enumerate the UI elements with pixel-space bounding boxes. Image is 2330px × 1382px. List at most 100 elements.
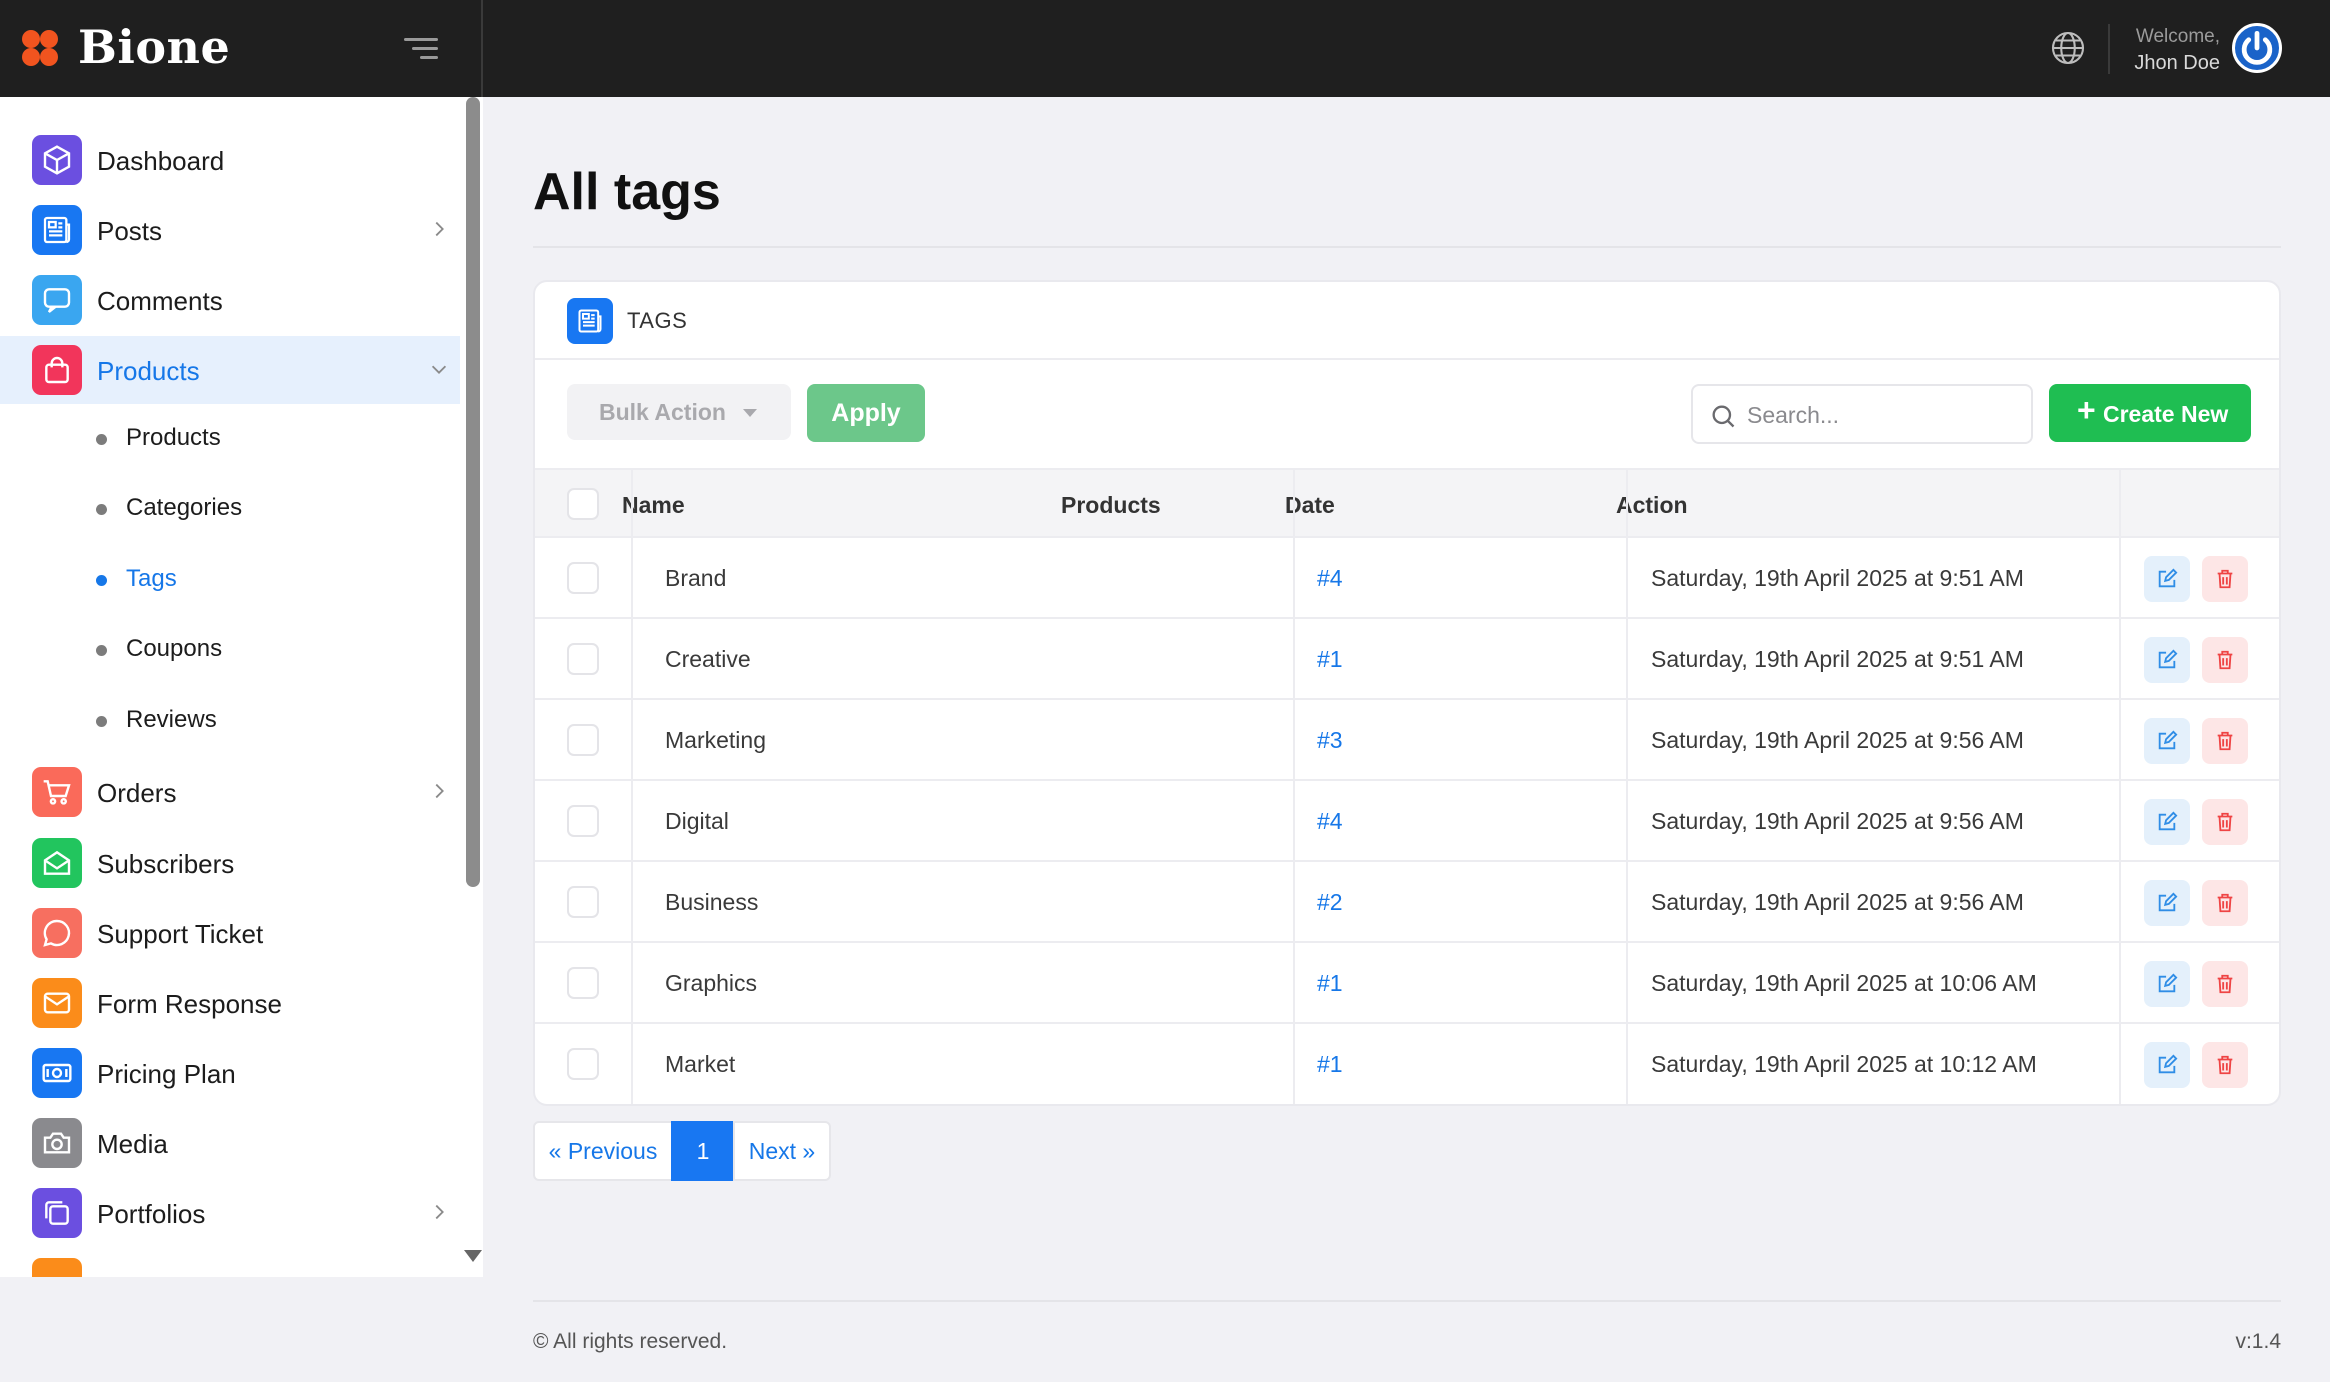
sidebar-item-products[interactable]: Products — [0, 336, 460, 404]
sidebar-item-label: Products — [97, 356, 200, 386]
bullet-icon — [96, 504, 107, 515]
bulk-action-select[interactable]: Bulk Action — [567, 384, 791, 440]
submenu-item-coupons[interactable]: Coupons — [0, 619, 460, 679]
sidebar-item-support-ticket[interactable]: Support Ticket — [0, 899, 460, 967]
delete-button[interactable] — [2202, 799, 2248, 845]
plus-icon: + — [2077, 392, 2096, 428]
page-title: All tags — [533, 163, 721, 221]
layers-icon — [32, 1188, 82, 1238]
row-checkbox[interactable] — [567, 967, 599, 999]
sidebar-item-subscribers[interactable]: Subscribers — [0, 829, 460, 897]
avatar[interactable] — [2232, 23, 2282, 73]
edit-icon — [2158, 1054, 2178, 1074]
edit-button[interactable] — [2144, 880, 2190, 926]
trash-icon — [2217, 812, 2233, 832]
app-name[interactable]: Bione — [78, 20, 230, 74]
tag-name: Business — [665, 889, 759, 915]
row-checkbox[interactable] — [567, 643, 599, 675]
scroll-down-icon[interactable] — [464, 1250, 482, 1262]
card-header: TAGS — [535, 282, 2279, 360]
title-divider — [533, 246, 2281, 248]
version-text: v:1.4 — [2235, 1330, 2281, 1353]
edit-button[interactable] — [2144, 556, 2190, 602]
trash-icon — [2217, 569, 2233, 589]
next-page-button[interactable]: Next » — [733, 1121, 831, 1181]
globe-icon[interactable] — [2050, 30, 2086, 66]
top-bar: Bione Welcome, Jhon Doe — [0, 0, 2330, 97]
footer-divider — [533, 1300, 2281, 1302]
logo-icon — [22, 30, 62, 70]
sidebar-item-orders[interactable]: Orders — [0, 758, 460, 826]
sidebar-scrollbar[interactable] — [466, 97, 480, 887]
header-divider — [2108, 24, 2110, 74]
row-checkbox[interactable] — [567, 724, 599, 756]
cube-icon — [32, 135, 82, 185]
product-count-link[interactable]: #3 — [1317, 727, 1343, 754]
table-row: Market #1 Saturday, 19th April 2025 at 1… — [535, 1024, 2279, 1104]
submenu-item-label: Products — [126, 424, 221, 451]
menu-toggle-icon[interactable] — [404, 34, 438, 64]
delete-button[interactable] — [2202, 880, 2248, 926]
column-header-products[interactable]: Products — [1061, 492, 1161, 519]
sidebar-item-partial[interactable] — [0, 1249, 460, 1277]
sidebar-item-pricing-plan[interactable]: Pricing Plan — [0, 1039, 460, 1107]
envelope-icon — [32, 978, 82, 1028]
delete-button[interactable] — [2202, 556, 2248, 602]
edit-icon — [2158, 892, 2178, 912]
edit-button[interactable] — [2144, 718, 2190, 764]
sidebar-item-media[interactable]: Media — [0, 1109, 460, 1177]
user-greeting[interactable]: Welcome, Jhon Doe — [2120, 24, 2220, 76]
edit-icon — [2158, 730, 2178, 750]
submenu-item-label: Coupons — [126, 635, 223, 662]
delete-button[interactable] — [2202, 637, 2248, 683]
edit-icon — [2158, 811, 2178, 831]
select-all-checkbox[interactable] — [567, 488, 599, 520]
search-icon — [1712, 405, 1735, 428]
previous-page-button[interactable]: « Previous — [533, 1121, 673, 1181]
submenu-item-categories[interactable]: Categories — [0, 478, 460, 538]
search-box[interactable] — [1691, 384, 2033, 444]
row-checkbox[interactable] — [567, 805, 599, 837]
sidebar-item-label: Form Response — [97, 989, 282, 1019]
edit-button[interactable] — [2144, 637, 2190, 683]
sidebar-item-label: Pricing Plan — [97, 1059, 236, 1089]
search-input[interactable] — [1747, 400, 2017, 430]
sidebar-item-dashboard[interactable]: Dashboard — [0, 126, 460, 194]
submenu-item-tags[interactable]: Tags — [0, 549, 460, 609]
bullet-icon — [96, 716, 107, 727]
edit-button[interactable] — [2144, 1042, 2190, 1088]
sidebar: Dashboard Posts Comments Products Produc… — [0, 97, 483, 1277]
edit-button[interactable] — [2144, 799, 2190, 845]
delete-button[interactable] — [2202, 718, 2248, 764]
delete-button[interactable] — [2202, 961, 2248, 1007]
create-new-button[interactable]: + Create New — [2049, 384, 2251, 442]
edit-icon — [2158, 568, 2178, 588]
product-count-link[interactable]: #4 — [1317, 565, 1343, 592]
submenu-item-label: Categories — [126, 494, 243, 521]
sidebar-item-comments[interactable]: Comments — [0, 266, 460, 334]
submenu-item-products[interactable]: Products — [0, 408, 460, 468]
product-count-link[interactable]: #1 — [1317, 1051, 1343, 1078]
table-row: Business #2 Saturday, 19th April 2025 at… — [535, 862, 2279, 943]
sidebar-item-posts[interactable]: Posts — [0, 196, 460, 264]
money-icon — [32, 1048, 82, 1098]
row-checkbox[interactable] — [567, 886, 599, 918]
row-checkbox[interactable] — [567, 1048, 599, 1080]
row-checkbox[interactable] — [567, 562, 599, 594]
apply-button[interactable]: Apply — [807, 384, 925, 442]
product-count-link[interactable]: #2 — [1317, 889, 1343, 916]
tag-name: Brand — [665, 565, 727, 591]
welcome-text: Welcome, — [2135, 26, 2220, 47]
product-count-link[interactable]: #4 — [1317, 808, 1343, 835]
trash-icon — [2217, 893, 2233, 913]
product-count-link[interactable]: #1 — [1317, 646, 1343, 673]
tag-date: Saturday, 19th April 2025 at 9:51 AM — [1651, 646, 2024, 672]
product-count-link[interactable]: #1 — [1317, 970, 1343, 997]
sidebar-item-portfolios[interactable]: Portfolios — [0, 1179, 460, 1247]
edit-button[interactable] — [2144, 961, 2190, 1007]
tag-name: Market — [665, 1051, 736, 1077]
sidebar-item-form-response[interactable]: Form Response — [0, 969, 460, 1037]
page-1-button[interactable]: 1 — [671, 1121, 735, 1181]
submenu-item-reviews[interactable]: Reviews — [0, 690, 460, 750]
delete-button[interactable] — [2202, 1042, 2248, 1088]
